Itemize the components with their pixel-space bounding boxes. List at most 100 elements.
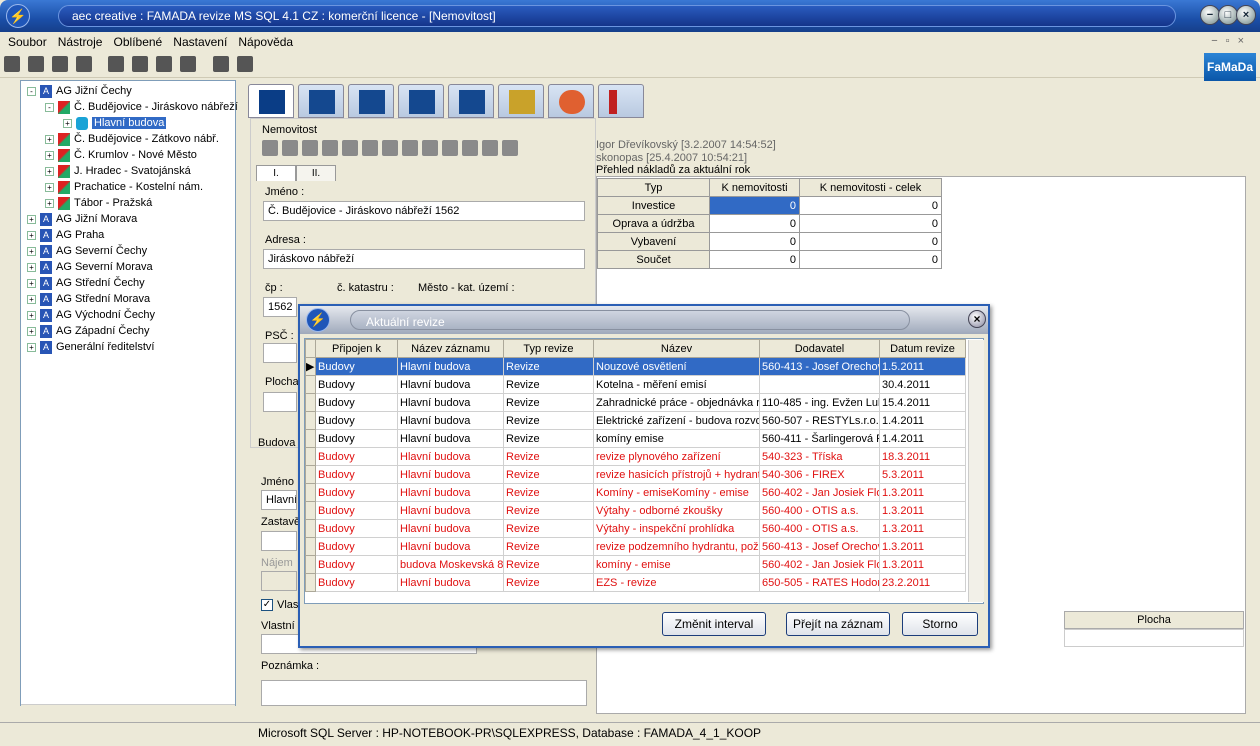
grid-cell[interactable]: 560-507 - RESTYLs.r.o. — [759, 411, 880, 430]
grid-cell[interactable]: Hlavní budova — [397, 501, 504, 520]
row-indicator[interactable] — [305, 375, 316, 394]
row-indicator[interactable]: ▶ — [305, 357, 316, 376]
grid-cell[interactable]: Hlavní budova — [397, 483, 504, 502]
grid-cell[interactable]: Hlavní budova — [397, 375, 504, 394]
expand-icon[interactable]: + — [27, 310, 36, 320]
table-row[interactable]: Budovy Hlavní budova Revize komíny emise 560… — [305, 429, 966, 448]
app-icon[interactable]: ⚡ — [6, 4, 30, 28]
grid-cell[interactable]: Budovy — [315, 447, 398, 466]
grid-cell[interactable]: budova Moskevská 8 — [397, 555, 504, 574]
tab-exit-icon[interactable] — [598, 84, 644, 118]
grid-header[interactable]: Název — [593, 339, 760, 358]
sub-tab-2[interactable]: II. — [296, 165, 336, 181]
grid-cell[interactable]: 1.3.2011 — [879, 519, 966, 538]
grid-cell[interactable]: 560-400 - OTIS a.s. — [759, 501, 880, 520]
table-row[interactable]: Budovy Hlavní budova Revize revize plynovéh… — [305, 447, 966, 466]
cost-cell[interactable]: 0 — [799, 214, 942, 233]
grid-cell[interactable]: Budovy — [315, 573, 398, 592]
dialog-close-icon[interactable]: × — [968, 310, 986, 328]
grid-cell[interactable]: Budovy — [315, 465, 398, 484]
row-indicator[interactable] — [305, 411, 316, 430]
maximize-icon[interactable]: □ — [1218, 5, 1238, 25]
grid-cell[interactable]: Budovy — [315, 393, 398, 412]
grid-cell[interactable]: Budovy — [315, 537, 398, 556]
tree-item[interactable]: + A AG Západní Čechy — [27, 323, 150, 339]
grid-cell[interactable]: komíny - emise — [593, 555, 760, 574]
row-indicator[interactable] — [305, 519, 316, 538]
grid-cell[interactable]: Elektrické zařízení - budova rozvo — [593, 411, 760, 430]
grid-cell[interactable]: 1.3.2011 — [879, 537, 966, 556]
menu-nastaveni[interactable]: Nastavení — [173, 32, 227, 49]
tree-item[interactable]: - A AG Jižní Čechy — [27, 83, 132, 99]
print-icon[interactable] — [322, 140, 338, 156]
tree-item[interactable]: + A AG Jižní Morava — [27, 211, 137, 227]
change-interval-button[interactable]: Změnit interval — [662, 612, 766, 636]
table-row[interactable]: Budovy Hlavní budova Revize revize podzemní… — [305, 537, 966, 556]
grid-cell[interactable]: Hlavní budova — [397, 393, 504, 412]
tree-item[interactable]: + A AG Střední Čechy — [27, 275, 145, 291]
expand-icon[interactable]: + — [27, 214, 36, 224]
expand-icon[interactable]: - — [45, 102, 54, 112]
grid-cell[interactable]: 5.3.2011 — [879, 465, 966, 484]
grid-cell[interactable]: 650-505 - RATES Hodon — [759, 573, 880, 592]
cost-cell[interactable]: 0 — [799, 250, 942, 269]
grid-cell[interactable]: Hlavní budova — [397, 537, 504, 556]
grid-cell[interactable]: Nouzové osvětlení — [593, 357, 760, 376]
grid-cell[interactable]: 1.4.2011 — [879, 429, 966, 448]
row-indicator[interactable] — [305, 483, 316, 502]
grid-cell[interactable]: 1.5.2011 — [879, 357, 966, 376]
grid-cell[interactable]: Revize — [503, 393, 594, 412]
grid-cell[interactable]: 15.4.2011 — [879, 393, 966, 412]
row-indicator[interactable] — [305, 537, 316, 556]
grid-cell[interactable]: Budovy — [315, 375, 398, 394]
grid-cell[interactable]: Budovy — [315, 357, 398, 376]
menu-soubor[interactable]: Soubor — [8, 32, 47, 49]
tab-pie-icon[interactable] — [548, 84, 594, 118]
row-indicator[interactable] — [305, 555, 316, 574]
menu-napoveda[interactable]: Nápověda — [238, 32, 293, 49]
grid-cell[interactable]: Revize — [503, 573, 594, 592]
plocha-field[interactable] — [263, 392, 297, 412]
first-icon[interactable] — [382, 140, 398, 156]
expand-icon[interactable]: + — [27, 294, 36, 304]
tab-plan-icon[interactable] — [448, 84, 494, 118]
grid-cell[interactable]: Zahradnické práce - objednávka r — [593, 393, 760, 412]
row-indicator[interactable] — [305, 447, 316, 466]
tree-item[interactable]: + A AG Severní Čechy — [27, 243, 147, 259]
up-icon[interactable] — [342, 140, 358, 156]
tree-item[interactable]: + A AG Východní Čechy — [27, 307, 155, 323]
grid-header[interactable]: Typ revize — [503, 339, 594, 358]
edit-icon[interactable] — [76, 56, 93, 72]
grid-cell[interactable]: revize hasicích přístrojů + hydrant — [593, 465, 760, 484]
paste-icon[interactable] — [442, 140, 458, 156]
table-row[interactable]: Budovy Hlavní budova Revize Komíny - emiseK… — [305, 483, 966, 502]
copy-icon[interactable] — [422, 140, 438, 156]
poznamka-field[interactable] — [261, 680, 587, 706]
grid-cell[interactable]: Hlavní budova — [397, 411, 504, 430]
minimize-icon[interactable]: − — [1200, 5, 1220, 25]
grid-header[interactable]: Název záznamu — [397, 339, 504, 358]
mdi-controls[interactable]: −▫× — [1211, 35, 1252, 47]
grid-cell[interactable]: revize podzemního hydrantu, požá — [593, 537, 760, 556]
table-row[interactable]: Budovy Hlavní budova Revize Kotelna - měřen… — [305, 375, 966, 394]
expand-icon[interactable]: + — [27, 246, 36, 256]
grid-header[interactable]: Datum revize — [879, 339, 966, 358]
plocha-cell[interactable] — [1064, 629, 1244, 647]
link-icon[interactable] — [482, 140, 498, 156]
table-row[interactable]: Budovy Hlavní budova Revize revize hasicích… — [305, 465, 966, 484]
grid-cell[interactable]: 1.3.2011 — [879, 501, 966, 520]
grid-cell[interactable]: 1.4.2011 — [879, 411, 966, 430]
grid-cell[interactable]: Budovy — [315, 555, 398, 574]
grid-cell[interactable]: Hlavní budova — [397, 519, 504, 538]
print-icon[interactable] — [52, 56, 69, 72]
grid-cell[interactable]: Budovy — [315, 483, 398, 502]
tree-item[interactable]: - Č. Budějovice - Jiráskovo nábřeží — [45, 99, 238, 115]
expand-icon[interactable]: + — [45, 182, 54, 192]
tree-icon[interactable] — [236, 56, 253, 72]
expand-icon[interactable]: + — [27, 262, 36, 272]
tab-layers-icon[interactable] — [348, 84, 394, 118]
tree-item[interactable]: + A AG Severní Morava — [27, 259, 153, 275]
grid-cell[interactable]: Revize — [503, 519, 594, 538]
copy-icon[interactable] — [108, 56, 125, 72]
last-icon[interactable] — [402, 140, 418, 156]
